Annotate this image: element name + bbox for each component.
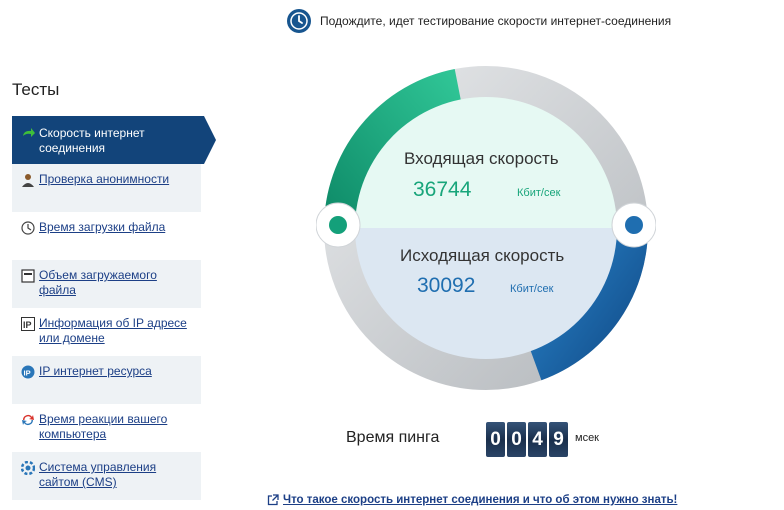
ip-globe-icon: IP — [21, 365, 35, 379]
info-link-label: Что такое скорость интернет соединения и… — [283, 494, 678, 506]
upload-label: Исходящая скорость — [400, 246, 565, 265]
sidebar-item-label: Время реакции вашего компьютера — [39, 412, 168, 441]
sidebar-item-reaction-time[interactable]: Время реакции вашего компьютера — [12, 404, 201, 452]
file-icon — [21, 269, 35, 283]
sidebar-item-ip-resource[interactable]: IP IP интернет ресурса — [12, 356, 201, 404]
sidebar-item-label: IP интернет ресурса — [39, 364, 152, 378]
svg-text:IP: IP — [24, 369, 31, 378]
upload-value: 30092 — [417, 274, 476, 297]
clock-icon — [287, 9, 311, 33]
upload-knob — [625, 216, 643, 234]
sidebar-title: Тесты — [12, 80, 60, 99]
sidebar-item-label: Объем загружаемого файла — [39, 268, 157, 297]
download-knob — [329, 216, 347, 234]
download-unit: Кбит/сек — [517, 187, 561, 199]
download-label: Входящая скорость — [404, 149, 559, 168]
anonymous-user-icon — [22, 174, 34, 187]
sidebar-item-anonymity[interactable]: Проверка анонимности — [12, 164, 201, 212]
speed-gauge-graphic — [316, 66, 656, 390]
cms-icon — [21, 461, 35, 475]
ping-digit: 0 — [486, 422, 505, 457]
status-bar: Подождите, идет тестирование скорости ин… — [287, 9, 671, 33]
refresh-icon — [22, 415, 34, 425]
sidebar-item-cms[interactable]: Система управления сайтом (CMS) — [12, 452, 201, 500]
download-value: 36744 — [413, 178, 472, 201]
sidebar-item-label: Информация об IP адресе или домене — [39, 316, 187, 345]
sidebar-item-label: Система управления сайтом (CMS) — [39, 460, 157, 489]
ping-digit: 4 — [528, 422, 547, 457]
ping-label: Время пинга — [346, 429, 440, 446]
sidebar-item-ip-info[interactable]: IP Информация об IP адресе или домене — [12, 308, 201, 356]
info-link[interactable]: Что такое скорость интернет соединения и… — [267, 494, 677, 506]
ping-counter: 0 0 4 9 — [486, 422, 568, 457]
sidebar-item-label: Время загрузки файла — [39, 220, 166, 234]
ping-digit: 9 — [549, 422, 568, 457]
ip-icon: IP — [21, 317, 35, 331]
sidebar-item-label: Проверка анонимности — [39, 172, 170, 186]
sidebar-item-file-load-time[interactable]: Время загрузки файла — [12, 212, 201, 260]
sidebar-item-file-size[interactable]: Объем загружаемого файла — [12, 260, 201, 308]
external-link-icon — [267, 494, 279, 506]
sidebar: Скорость интернет соединения Проверка ан… — [12, 116, 216, 500]
clock-icon — [21, 221, 35, 235]
ping-unit: мсек — [575, 432, 599, 444]
sidebar-item-label: Скорость интернет соединения — [39, 126, 145, 155]
status-text: Подождите, идет тестирование скорости ин… — [320, 14, 672, 28]
sidebar-item-speed-test[interactable]: Скорость интернет соединения — [12, 116, 216, 164]
svg-text:IP: IP — [23, 320, 32, 330]
speed-gauge: Входящая скорость 36744 Кбит/сек Исходящ… — [316, 58, 656, 398]
ping-digit: 0 — [507, 422, 526, 457]
green-arrow-icon — [23, 128, 35, 137]
upload-unit: Кбит/сек — [510, 283, 554, 295]
